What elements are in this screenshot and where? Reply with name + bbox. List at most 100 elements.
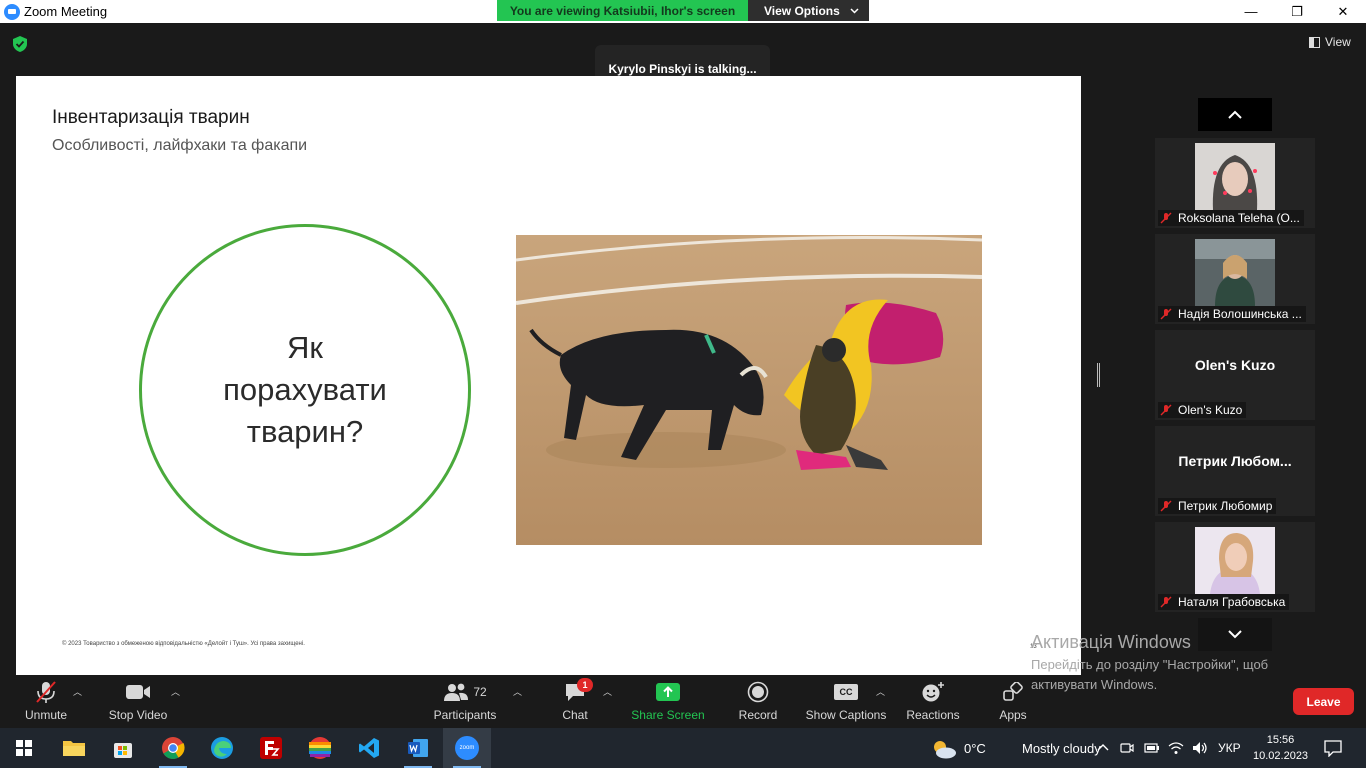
mic-muted-icon — [36, 681, 56, 703]
question-text: Як порахувати тварин? — [223, 330, 387, 449]
chevron-up-icon — [1228, 110, 1242, 119]
share-screen-icon — [656, 683, 680, 701]
show-captions-label: Show Captions — [805, 708, 887, 722]
participant-video — [1195, 527, 1275, 594]
participant-tile[interactable]: Петрик Любом... Петрик Любомир — [1155, 426, 1315, 516]
apps-button[interactable]: Apps — [994, 677, 1032, 728]
participant-video — [1195, 143, 1275, 210]
activation-title: Активація Windows — [1031, 632, 1191, 652]
participant-tile[interactable]: Olen's Kuzo Olen's Kuzo — [1155, 330, 1315, 420]
closed-captions-icon: CC — [834, 684, 858, 700]
minimize-button[interactable]: — — [1228, 0, 1274, 23]
apps-icon — [1003, 682, 1023, 701]
mic-muted-icon — [1160, 308, 1172, 320]
taskbar-vscode[interactable] — [345, 728, 393, 768]
unmute-label: Unmute — [24, 708, 68, 722]
video-options-caret[interactable]: ︿ — [171, 685, 180, 698]
participant-display-name: Olen's Kuzo — [1194, 357, 1276, 373]
filezilla-icon — [260, 737, 282, 759]
chrome-icon — [162, 737, 185, 759]
mic-muted-icon — [1160, 500, 1172, 512]
window-title: Zoom Meeting — [24, 4, 108, 19]
close-button[interactable]: ✕ — [1320, 0, 1366, 23]
chat-button[interactable]: 1 Chat — [555, 677, 595, 728]
maximize-button[interactable]: ❐ — [1274, 0, 1320, 23]
share-screen-label: Share Screen — [631, 708, 705, 722]
participants-button[interactable]: 72 Participants — [430, 677, 500, 728]
speaker-icon[interactable] — [1192, 740, 1208, 756]
taskbar-edge[interactable] — [198, 728, 246, 768]
apps-label: Apps — [999, 708, 1027, 722]
reactions-button[interactable]: Reactions — [904, 677, 962, 728]
participant-tile[interactable]: Roksolana Teleha (O... — [1155, 138, 1315, 228]
rainbow-app-icon — [309, 737, 331, 759]
stop-video-label: Stop Video — [108, 708, 168, 722]
weather-cloudy-icon[interactable] — [930, 739, 958, 759]
chevron-down-icon — [850, 7, 859, 14]
leave-meeting-button[interactable]: Leave — [1293, 688, 1354, 715]
weather-temperature[interactable]: 0°C — [964, 741, 986, 756]
chat-label: Chat — [562, 708, 588, 722]
system-clock[interactable]: 15:56 10.02.2023 — [1253, 732, 1308, 764]
edge-icon — [211, 737, 233, 759]
participant-tile[interactable]: Надія Волошинська ... — [1155, 234, 1315, 324]
viewing-screen-label: You are viewing Katsiubii, Ihor's screen — [497, 0, 748, 21]
view-options-label: View Options — [764, 3, 840, 18]
participant-tile[interactable]: Наталя Грабовська — [1155, 522, 1315, 612]
wifi-icon[interactable] — [1168, 740, 1184, 756]
taskbar-word[interactable] — [394, 728, 442, 768]
record-button[interactable]: Record — [735, 677, 781, 728]
view-button[interactable]: View — [1309, 35, 1351, 49]
participant-name-label: Olen's Kuzo — [1158, 402, 1247, 418]
record-label: Record — [738, 708, 778, 722]
participants-icon — [444, 683, 469, 701]
start-button[interactable] — [0, 728, 48, 768]
meeting-area: Kyrylo Pinskyi is talking... View Інвент… — [0, 23, 1366, 677]
participants-label: Participants — [433, 708, 497, 722]
gallery-scroll-up-button[interactable] — [1198, 98, 1272, 131]
zoom-app-icon — [4, 3, 20, 20]
participants-count: 72 — [473, 685, 487, 699]
participants-options-caret[interactable]: ︿ — [513, 685, 522, 698]
window-controls: — ❐ ✕ — [1228, 0, 1366, 23]
taskbar-zoom[interactable]: zoom — [443, 728, 491, 768]
notifications-icon[interactable] — [1324, 739, 1342, 757]
meet-now-icon[interactable] — [1120, 741, 1134, 755]
panel-splitter-handle[interactable] — [1097, 363, 1100, 387]
taskbar-chrome[interactable] — [149, 728, 197, 768]
shared-screen-slide: Інвентаризація тварин Особливості, лайфх… — [16, 76, 1081, 675]
captions-options-caret[interactable]: ︿ — [876, 685, 885, 698]
taskbar-file-explorer[interactable] — [50, 728, 98, 768]
windows-logo-icon — [16, 740, 32, 756]
mic-muted-icon — [1160, 212, 1172, 224]
taskbar-filezilla[interactable] — [247, 728, 295, 768]
view-options-button[interactable]: View Options — [748, 0, 869, 21]
weather-description[interactable]: Mostly cloudy — [1022, 741, 1101, 756]
taskbar-rainbow-app[interactable] — [296, 728, 344, 768]
reactions-label: Reactions — [906, 708, 960, 722]
slide-subtitle: Особливості, лайфхаки та факапи — [52, 137, 308, 154]
participant-display-name: Петрик Любом... — [1178, 453, 1292, 469]
input-language-indicator[interactable]: УКР — [1218, 741, 1241, 755]
battery-icon[interactable] — [1144, 741, 1160, 755]
tray-chevron-up-icon[interactable] — [1097, 743, 1109, 751]
record-icon — [747, 681, 769, 703]
windows-activation-watermark: Активація Windows Перейдіть до розділу "… — [1031, 632, 1268, 695]
stop-video-button[interactable]: Stop Video — [105, 677, 171, 728]
bullfight-photo — [516, 235, 982, 545]
folder-icon — [63, 741, 85, 756]
security-shield-icon[interactable] — [11, 35, 29, 53]
taskbar-microsoft-store[interactable] — [99, 728, 147, 768]
grid-view-icon — [1309, 36, 1320, 48]
participant-name-label: Roksolana Teleha (O... — [1158, 210, 1304, 226]
audio-options-caret[interactable]: ︿ — [73, 685, 82, 698]
vscode-icon — [359, 738, 379, 758]
mic-muted-icon — [1160, 404, 1172, 416]
clock-time: 15:56 — [1266, 734, 1295, 746]
video-camera-icon — [126, 685, 150, 699]
unmute-button[interactable]: Unmute — [18, 677, 74, 728]
slide-copyright: © 2023 Товариство з обмеженою відповідал… — [62, 641, 305, 647]
chat-options-caret[interactable]: ︿ — [603, 685, 612, 698]
windows-taskbar: zoom 0°C Mostly cloudy УКР 15:56 10.02.2… — [0, 728, 1366, 768]
share-screen-button[interactable]: Share Screen — [630, 677, 706, 728]
